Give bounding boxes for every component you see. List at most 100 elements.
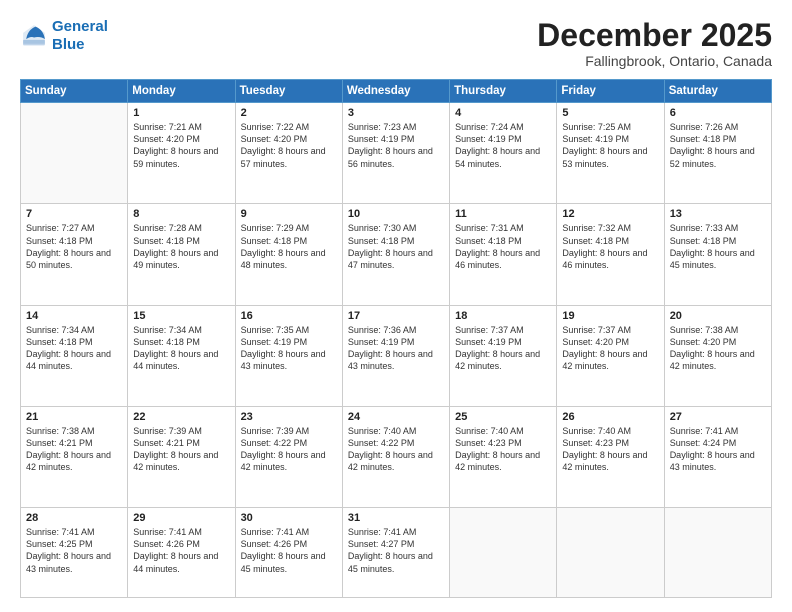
day-info: Sunrise: 7:29 AM Sunset: 4:18 PM Dayligh… [241, 222, 337, 271]
sunrise: Sunrise: 7:41 AM [241, 527, 310, 537]
col-wednesday: Wednesday [342, 80, 449, 103]
calendar-header-row: Sunday Monday Tuesday Wednesday Thursday… [21, 80, 772, 103]
sunset: Sunset: 4:21 PM [26, 438, 93, 448]
sunrise: Sunrise: 7:35 AM [241, 325, 310, 335]
day-number: 27 [670, 411, 766, 423]
day-number: 17 [348, 310, 444, 322]
day-number: 11 [455, 208, 551, 220]
logo: General Blue [20, 18, 108, 54]
sunrise: Sunrise: 7:41 AM [670, 426, 739, 436]
sunrise: Sunrise: 7:24 AM [455, 122, 524, 132]
sunrise: Sunrise: 7:27 AM [26, 223, 95, 233]
day-info: Sunrise: 7:34 AM Sunset: 4:18 PM Dayligh… [133, 324, 229, 373]
day-number: 30 [241, 512, 337, 524]
day-info: Sunrise: 7:33 AM Sunset: 4:18 PM Dayligh… [670, 222, 766, 271]
day-number: 25 [455, 411, 551, 423]
day-info: Sunrise: 7:36 AM Sunset: 4:19 PM Dayligh… [348, 324, 444, 373]
day-number: 21 [26, 411, 122, 423]
sunset: Sunset: 4:22 PM [348, 438, 415, 448]
table-row: 25 Sunrise: 7:40 AM Sunset: 4:23 PM Dayl… [450, 406, 557, 507]
day-info: Sunrise: 7:22 AM Sunset: 4:20 PM Dayligh… [241, 121, 337, 170]
table-row: 4 Sunrise: 7:24 AM Sunset: 4:19 PM Dayli… [450, 103, 557, 204]
daylight: Daylight: 8 hours and 43 minutes. [348, 349, 433, 371]
table-row: 23 Sunrise: 7:39 AM Sunset: 4:22 PM Dayl… [235, 406, 342, 507]
sunset: Sunset: 4:24 PM [670, 438, 737, 448]
logo-line2: Blue [52, 36, 85, 53]
daylight: Daylight: 8 hours and 46 minutes. [562, 248, 647, 270]
table-row: 13 Sunrise: 7:33 AM Sunset: 4:18 PM Dayl… [664, 204, 771, 305]
sunset: Sunset: 4:18 PM [670, 236, 737, 246]
table-row: 27 Sunrise: 7:41 AM Sunset: 4:24 PM Dayl… [664, 406, 771, 507]
sunrise: Sunrise: 7:36 AM [348, 325, 417, 335]
day-number: 12 [562, 208, 658, 220]
sunset: Sunset: 4:19 PM [348, 337, 415, 347]
sunrise: Sunrise: 7:37 AM [455, 325, 524, 335]
title-block: December 2025 Fallingbrook, Ontario, Can… [537, 18, 772, 69]
day-info: Sunrise: 7:24 AM Sunset: 4:19 PM Dayligh… [455, 121, 551, 170]
calendar-week-row: 14 Sunrise: 7:34 AM Sunset: 4:18 PM Dayl… [21, 305, 772, 406]
sunset: Sunset: 4:18 PM [241, 236, 308, 246]
sunset: Sunset: 4:19 PM [348, 134, 415, 144]
day-info: Sunrise: 7:41 AM Sunset: 4:25 PM Dayligh… [26, 526, 122, 575]
sunset: Sunset: 4:18 PM [133, 337, 200, 347]
daylight: Daylight: 8 hours and 43 minutes. [241, 349, 326, 371]
day-info: Sunrise: 7:31 AM Sunset: 4:18 PM Dayligh… [455, 222, 551, 271]
sunset: Sunset: 4:20 PM [133, 134, 200, 144]
table-row: 18 Sunrise: 7:37 AM Sunset: 4:19 PM Dayl… [450, 305, 557, 406]
day-info: Sunrise: 7:23 AM Sunset: 4:19 PM Dayligh… [348, 121, 444, 170]
daylight: Daylight: 8 hours and 42 minutes. [133, 450, 218, 472]
table-row: 17 Sunrise: 7:36 AM Sunset: 4:19 PM Dayl… [342, 305, 449, 406]
daylight: Daylight: 8 hours and 43 minutes. [26, 551, 111, 573]
table-row: 24 Sunrise: 7:40 AM Sunset: 4:22 PM Dayl… [342, 406, 449, 507]
daylight: Daylight: 8 hours and 44 minutes. [133, 349, 218, 371]
daylight: Daylight: 8 hours and 49 minutes. [133, 248, 218, 270]
sunset: Sunset: 4:19 PM [455, 134, 522, 144]
sunrise: Sunrise: 7:38 AM [670, 325, 739, 335]
sunrise: Sunrise: 7:21 AM [133, 122, 202, 132]
sunrise: Sunrise: 7:41 AM [26, 527, 95, 537]
day-info: Sunrise: 7:28 AM Sunset: 4:18 PM Dayligh… [133, 222, 229, 271]
sunrise: Sunrise: 7:30 AM [348, 223, 417, 233]
sunset: Sunset: 4:18 PM [670, 134, 737, 144]
day-number: 4 [455, 107, 551, 119]
daylight: Daylight: 8 hours and 46 minutes. [455, 248, 540, 270]
table-row [450, 508, 557, 598]
table-row: 31 Sunrise: 7:41 AM Sunset: 4:27 PM Dayl… [342, 508, 449, 598]
day-info: Sunrise: 7:40 AM Sunset: 4:22 PM Dayligh… [348, 425, 444, 474]
day-number: 3 [348, 107, 444, 119]
table-row [557, 508, 664, 598]
sunrise: Sunrise: 7:34 AM [133, 325, 202, 335]
day-number: 5 [562, 107, 658, 119]
table-row: 19 Sunrise: 7:37 AM Sunset: 4:20 PM Dayl… [557, 305, 664, 406]
day-number: 10 [348, 208, 444, 220]
daylight: Daylight: 8 hours and 45 minutes. [241, 551, 326, 573]
sunset: Sunset: 4:18 PM [348, 236, 415, 246]
daylight: Daylight: 8 hours and 42 minutes. [455, 450, 540, 472]
day-number: 18 [455, 310, 551, 322]
sunset: Sunset: 4:18 PM [133, 236, 200, 246]
table-row: 29 Sunrise: 7:41 AM Sunset: 4:26 PM Dayl… [128, 508, 235, 598]
table-row: 26 Sunrise: 7:40 AM Sunset: 4:23 PM Dayl… [557, 406, 664, 507]
sunset: Sunset: 4:25 PM [26, 539, 93, 549]
sunrise: Sunrise: 7:37 AM [562, 325, 631, 335]
day-info: Sunrise: 7:41 AM Sunset: 4:26 PM Dayligh… [241, 526, 337, 575]
daylight: Daylight: 8 hours and 44 minutes. [133, 551, 218, 573]
day-number: 14 [26, 310, 122, 322]
daylight: Daylight: 8 hours and 44 minutes. [26, 349, 111, 371]
daylight: Daylight: 8 hours and 42 minutes. [670, 349, 755, 371]
sunset: Sunset: 4:26 PM [241, 539, 308, 549]
day-info: Sunrise: 7:37 AM Sunset: 4:20 PM Dayligh… [562, 324, 658, 373]
col-monday: Monday [128, 80, 235, 103]
table-row: 16 Sunrise: 7:35 AM Sunset: 4:19 PM Dayl… [235, 305, 342, 406]
table-row: 8 Sunrise: 7:28 AM Sunset: 4:18 PM Dayli… [128, 204, 235, 305]
col-sunday: Sunday [21, 80, 128, 103]
day-info: Sunrise: 7:25 AM Sunset: 4:19 PM Dayligh… [562, 121, 658, 170]
day-info: Sunrise: 7:39 AM Sunset: 4:21 PM Dayligh… [133, 425, 229, 474]
sunset: Sunset: 4:23 PM [455, 438, 522, 448]
calendar-week-row: 7 Sunrise: 7:27 AM Sunset: 4:18 PM Dayli… [21, 204, 772, 305]
day-info: Sunrise: 7:37 AM Sunset: 4:19 PM Dayligh… [455, 324, 551, 373]
table-row [664, 508, 771, 598]
sunset: Sunset: 4:26 PM [133, 539, 200, 549]
day-number: 22 [133, 411, 229, 423]
sunset: Sunset: 4:22 PM [241, 438, 308, 448]
